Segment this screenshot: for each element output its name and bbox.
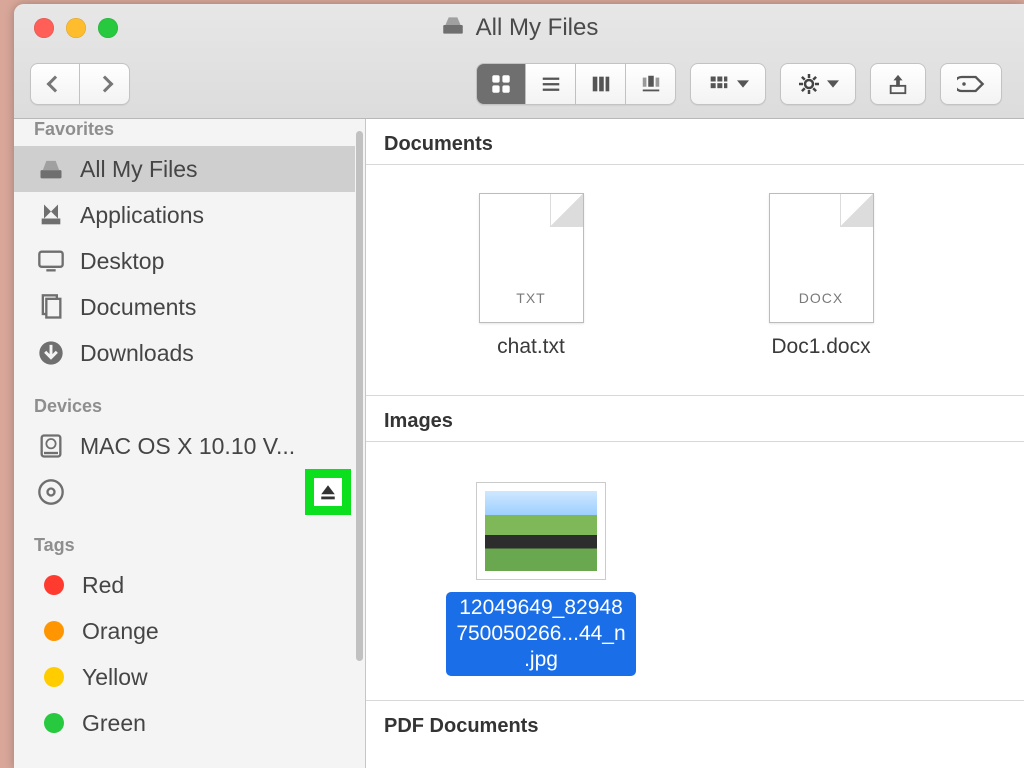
sidebar-item-label: Green (82, 710, 339, 737)
view-list-button[interactable] (526, 63, 576, 105)
group-body-images: 12049649_82948750050266...44_n.jpg (366, 442, 1024, 701)
title-row: All My Files (14, 4, 1024, 52)
sidebar-item-documents[interactable]: Documents (14, 284, 355, 330)
tag-dot-icon (44, 713, 64, 733)
downloads-icon (36, 338, 66, 368)
scrollbar-thumb[interactable] (356, 131, 363, 661)
sidebar-item-label: Orange (82, 618, 339, 645)
gear-icon (797, 72, 821, 96)
optical-disc-icon (36, 477, 66, 507)
group-header-documents: Documents (366, 119, 1024, 165)
titlebar: All My Files (14, 4, 1024, 119)
eject-icon (319, 483, 337, 501)
file-label: chat.txt (497, 335, 565, 359)
window-title: All My Files (14, 12, 1024, 45)
zoom-window-button[interactable] (98, 18, 118, 38)
chevron-down-icon (737, 80, 749, 88)
file-label: 12049649_82948750050266...44_n.jpg (446, 592, 636, 676)
applications-icon (36, 200, 66, 230)
document-icon: TXT (479, 193, 584, 323)
forward-button[interactable] (80, 63, 130, 105)
chevron-down-icon (827, 80, 839, 88)
file-item[interactable]: TXT chat.txt (446, 193, 616, 359)
traffic-lights (14, 18, 118, 38)
favorites-header: Favorites (14, 119, 355, 146)
tray-icon (36, 154, 66, 184)
view-columns-button[interactable] (576, 63, 626, 105)
sidebar-item-desktop[interactable]: Desktop (14, 238, 355, 284)
file-badge: DOCX (770, 290, 873, 306)
minimize-window-button[interactable] (66, 18, 86, 38)
view-mode-segment (476, 63, 676, 105)
sidebar-item-downloads[interactable]: Downloads (14, 330, 355, 376)
back-button[interactable] (30, 63, 80, 105)
tag-dot-icon (44, 667, 64, 687)
sidebar-item-label: Yellow (82, 664, 339, 691)
sidebar-item-label: Red (82, 572, 339, 599)
group-header-images: Images (366, 396, 1024, 442)
sidebar: Favorites All My Files Applications Desk… (14, 119, 366, 768)
view-icons-button[interactable] (476, 63, 526, 105)
content-area: Favorites All My Files Applications Desk… (14, 119, 1024, 768)
tag-dot-icon (44, 575, 64, 595)
file-badge: TXT (480, 290, 583, 306)
tag-dot-icon (44, 621, 64, 641)
view-coverflow-button[interactable] (626, 63, 676, 105)
chevron-left-icon (47, 76, 64, 93)
file-item[interactable]: 12049649_82948750050266...44_n.jpg (446, 482, 636, 676)
sidebar-item-label: All My Files (80, 156, 339, 183)
sidebar-item-label: Documents (80, 294, 339, 321)
finder-window: All My Files (14, 4, 1024, 768)
tag-icon (957, 75, 985, 93)
image-thumbnail (476, 482, 606, 580)
tags-header: Tags (14, 515, 355, 562)
sidebar-tag-orange[interactable]: Orange (14, 608, 355, 654)
chevron-right-icon (96, 76, 113, 93)
sidebar-item-hdd[interactable]: MAC OS X 10.10 V... (14, 423, 355, 469)
window-title-text: All My Files (476, 14, 599, 42)
sidebar-item-optical[interactable] (14, 469, 355, 515)
all-my-files-icon (440, 12, 466, 45)
sidebar-item-label: Applications (80, 202, 339, 229)
documents-icon (36, 292, 66, 322)
sidebar-item-label: Downloads (80, 340, 339, 367)
sidebar-tag-red[interactable]: Red (14, 562, 355, 608)
sidebar-scrollbar[interactable] (355, 119, 365, 768)
nav-buttons (30, 63, 130, 105)
eject-button[interactable] (305, 469, 351, 515)
toolbar (14, 52, 1024, 116)
sidebar-item-applications[interactable]: Applications (14, 192, 355, 238)
file-item[interactable]: DOCX Doc1.docx (736, 193, 906, 359)
file-label: Doc1.docx (771, 335, 870, 359)
share-icon (887, 73, 909, 95)
devices-header: Devices (14, 376, 355, 423)
tags-button[interactable] (940, 63, 1002, 105)
sidebar-item-label: MAC OS X 10.10 V... (80, 433, 339, 460)
arrange-button[interactable] (690, 63, 766, 105)
sidebar-tag-yellow[interactable]: Yellow (14, 654, 355, 700)
action-button[interactable] (780, 63, 856, 105)
main-pane: Documents TXT chat.txt DOCX Doc1.docx Im… (366, 119, 1024, 768)
sidebar-item-all-my-files[interactable]: All My Files (14, 146, 355, 192)
document-icon: DOCX (769, 193, 874, 323)
sidebar-item-label: Desktop (80, 248, 339, 275)
sidebar-tag-green[interactable]: Green (14, 700, 355, 746)
hdd-icon (36, 431, 66, 461)
group-body-documents: TXT chat.txt DOCX Doc1.docx (366, 165, 1024, 396)
group-header-pdf: PDF Documents (366, 701, 1024, 746)
desktop-icon (36, 246, 66, 276)
share-button[interactable] (870, 63, 926, 105)
close-window-button[interactable] (34, 18, 54, 38)
